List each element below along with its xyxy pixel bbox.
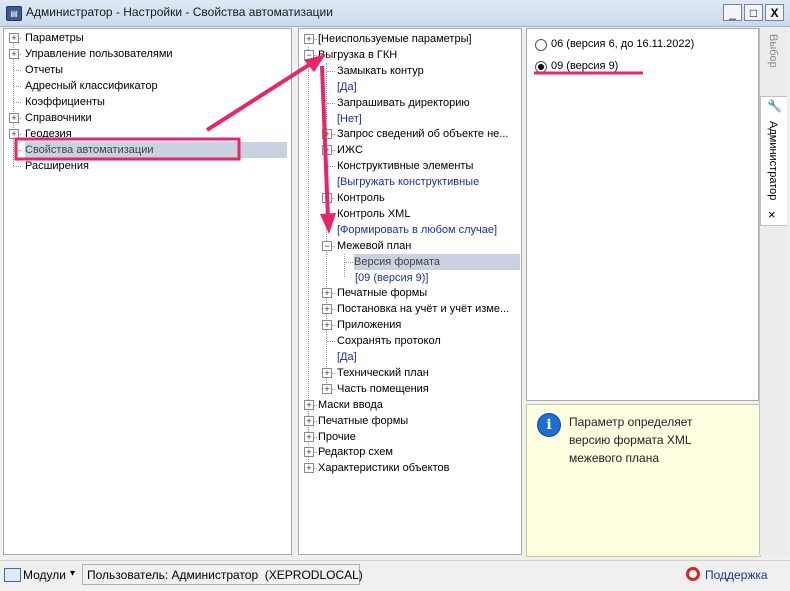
arrow-line-2 (320, 65, 330, 219)
arrow-line-1 (205, 59, 317, 132)
highlight-box (14, 137, 241, 161)
arrow-head-2 (320, 213, 336, 234)
annotation-overlay (14, 54, 643, 234)
